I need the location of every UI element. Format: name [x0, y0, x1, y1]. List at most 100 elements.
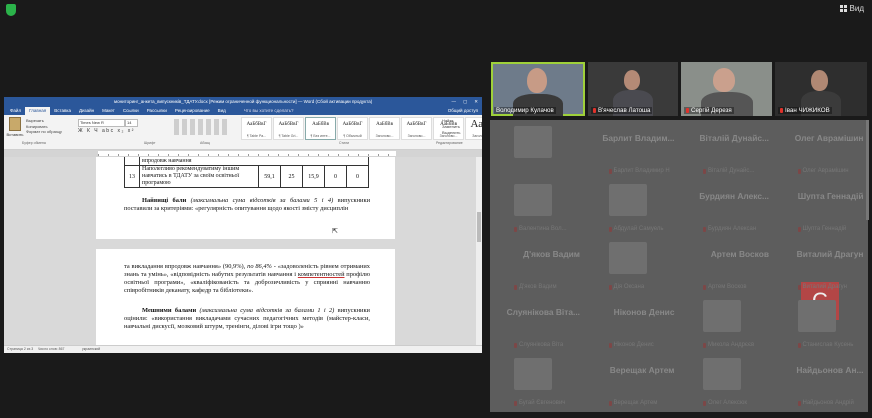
tab-3[interactable]: Дизайн: [75, 107, 98, 115]
style-item[interactable]: АаБбВвГ Заголово...: [401, 117, 432, 140]
font-name-select[interactable]: Times New R: [78, 119, 125, 127]
participant-tile[interactable]: Станислав Кусень: [774, 294, 868, 352]
participant-tile[interactable]: Бугай Євгенович: [490, 352, 584, 410]
tab-1[interactable]: Главная: [25, 107, 51, 115]
participant-tile[interactable]: Шупта Геннадій Шупта Геннадій: [774, 178, 868, 236]
paste-button[interactable]: Вставить: [6, 117, 24, 137]
muted-mic-icon: [703, 284, 706, 290]
document-area[interactable]: впродовж навчання 13 Наполегливо рекомен…: [4, 157, 482, 346]
tell-me-box[interactable]: Что вы хотите сделать?: [244, 107, 294, 115]
table-row-top: впродовж навчання: [139, 157, 369, 166]
participant-label: Бурдиян Алексан: [703, 226, 756, 232]
participant-tile[interactable]: Д'яков Вадим Д'яков Вадим: [490, 236, 584, 294]
tab-5[interactable]: Ссылки: [119, 107, 143, 115]
maximize-icon[interactable]: ▢: [463, 97, 467, 106]
vertical-scrollbar[interactable]: [476, 157, 482, 346]
participant-label: Д'яков Вадим: [514, 284, 557, 290]
participant-name: Олег Аврамішин: [794, 133, 864, 143]
participant-tile[interactable]: Микола Андрєєв: [679, 294, 773, 352]
minimize-icon[interactable]: —: [451, 97, 456, 106]
participant-label: Слуянікова Віта: [514, 342, 563, 348]
video-tile-3[interactable]: Сергій Дерезя: [681, 62, 772, 116]
participant-tile[interactable]: Абдулай Самуель: [585, 178, 679, 236]
participant-tile[interactable]: Верещак Артем Верещак Артем: [585, 352, 679, 410]
participant-sub-name: Микола Андрєєв: [708, 342, 755, 348]
paragraph-continued: та викладання впродовж навчання» (90,9%)…: [124, 263, 370, 295]
participant-tile[interactable]: Артем Восков Артем Восков: [679, 236, 773, 294]
style-item[interactable]: АаБбВв Заголово...: [369, 117, 400, 140]
share-button[interactable]: Общий доступ: [448, 107, 478, 115]
gallery-scrollbar[interactable]: [866, 120, 869, 220]
tab-2[interactable]: Вставка: [50, 107, 75, 115]
participant-label: Абдулай Самуель: [608, 226, 664, 232]
participant-tile[interactable]: Олег Аврамішин Олег Аврамішин: [774, 120, 868, 178]
status-language: украинский: [82, 347, 101, 351]
participant-label: Бугай Євгенович: [514, 400, 565, 406]
clipboard-command[interactable]: Формат по образцу: [26, 129, 62, 135]
participant-thumbnail: [703, 300, 741, 332]
participant-name: Слуянікова Віта...: [506, 307, 580, 317]
participant-sub-name: Шупта Геннадій: [802, 226, 847, 232]
view-label: Вид: [849, 4, 864, 13]
participant-tile[interactable]: Виталий Драгун Виталий Драгун: [774, 236, 868, 294]
participant-name: Володимир Кулачов: [494, 107, 556, 114]
paragraph-tools[interactable]: [174, 119, 229, 135]
participant-tile[interactable]: [490, 120, 584, 178]
tab-6[interactable]: Рассылки: [143, 107, 171, 115]
video-tile-1[interactable]: Володимир Кулачов: [491, 62, 585, 116]
tab-4[interactable]: Макет: [98, 107, 119, 115]
style-item[interactable]: АаБбВвГ ¶ Обычный: [337, 117, 368, 140]
participant-sub-name: Абдулай Самуель: [613, 226, 664, 232]
tab-8[interactable]: Вид: [214, 107, 230, 115]
video-tile-2[interactable]: В'ячеслав Латоша: [588, 62, 678, 116]
document-page-1[interactable]: впродовж навчання 13 Наполегливо рекомен…: [96, 157, 395, 239]
group-paragraph-label: Абзац: [200, 141, 210, 145]
participant-tile[interactable]: Слуянікова Віта... Слуянікова Віта: [490, 294, 584, 352]
tab-7[interactable]: Рецензирование: [171, 107, 214, 115]
status-page: Страница 2 из 3: [7, 347, 34, 351]
participant-sub-name: Станислав Кусень: [802, 342, 854, 348]
muted-mic-icon: [797, 284, 801, 290]
group-styles-label: Стили: [339, 141, 350, 145]
tab-0[interactable]: Файл: [6, 107, 25, 115]
style-item[interactable]: АаВ Заголовок: [465, 117, 482, 140]
style-item[interactable]: АаБбВв ¶ Без инте...: [305, 117, 336, 140]
style-sample: АаБбВв: [376, 122, 393, 127]
muted-mic-icon: [608, 168, 612, 174]
participant-sub-name: Артем Восков: [708, 284, 747, 290]
video-tile-4[interactable]: Іван ЧИЖИКОВ: [775, 62, 867, 116]
shared-screen-word[interactable]: мониторинг_анкета_випускників_ТДАТУ.docx…: [4, 97, 482, 353]
participant-tile[interactable]: Ніконов Денис Ніконов Денис: [585, 294, 679, 352]
p1-italic: (максимальна сума відсотків за балами 5 …: [190, 197, 334, 204]
participant-tile[interactable]: Валентина Вол...: [490, 178, 584, 236]
horizontal-ruler[interactable]: [4, 150, 482, 157]
editing-command[interactable]: Выделить: [442, 130, 460, 136]
participant-tile[interactable]: Найдьонов Ан... Найдьонов Андрій: [774, 352, 868, 410]
close-icon[interactable]: ✕: [474, 97, 478, 106]
participant-label: Виталий Драгун: [797, 284, 847, 290]
style-item[interactable]: АаБбВвГ ¶ Table Pa...: [241, 117, 272, 140]
participant-tile[interactable]: Бурдиян Алекс... Бурдиян Алексан: [679, 178, 773, 236]
participant-name: Іван ЧИЖИКОВ: [778, 107, 832, 114]
participant-tile[interactable]: Барлит Владим... Барлит Владимир Н: [585, 120, 679, 178]
participant-name: В'ячеслав Латоша: [591, 107, 653, 114]
font-size-select[interactable]: 14: [125, 119, 138, 127]
participant-tile[interactable]: Олег Алексюк: [679, 352, 773, 410]
participant-name: Верещак Артем: [609, 365, 675, 375]
participant-label: Віталій Дунайс...: [703, 168, 754, 174]
participant-name: Найдьонов Ан...: [796, 365, 864, 375]
participant-tile[interactable]: Віталій Дунайс... Віталій Дунайс...: [679, 120, 773, 178]
participant-label: Дія Оксана: [608, 284, 644, 290]
participant-sub-name: Д'яков Вадим: [519, 284, 557, 290]
format-buttons[interactable]: Ж К Ч abc x₂ x²: [78, 128, 135, 134]
participant-thumbnail: [514, 358, 552, 390]
participant-tile[interactable]: Дія Оксана: [585, 236, 679, 294]
security-shield-icon[interactable]: [6, 4, 16, 16]
participant-sub-name: Бугай Євгенович: [519, 400, 566, 406]
view-button[interactable]: Вид: [839, 4, 864, 13]
muted-mic-icon: [797, 168, 801, 174]
document-page-2[interactable]: та викладання впродовж навчання» (90,9%)…: [96, 249, 395, 346]
table-cell: 59,1: [258, 165, 281, 188]
style-item[interactable]: АаБбВвГ ¶ Table Gri...: [273, 117, 304, 140]
style-name: ¶ Обычный: [343, 134, 362, 138]
